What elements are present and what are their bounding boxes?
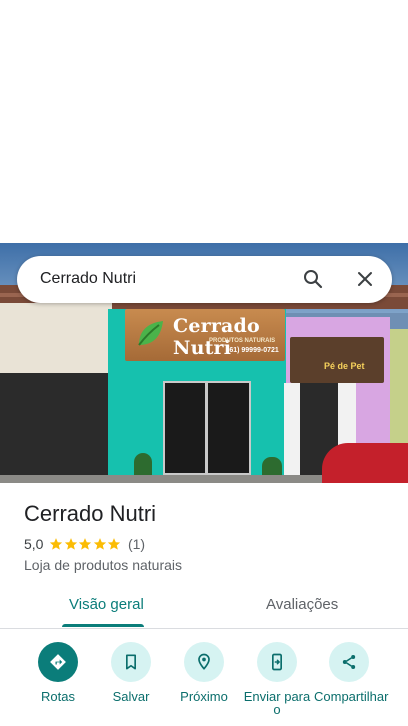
- rating-value: 5,0: [24, 536, 44, 552]
- tab-reviews[interactable]: Avaliações: [266, 596, 338, 613]
- share-icon: [342, 655, 356, 669]
- search-query[interactable]: Cerrado Nutri: [40, 270, 136, 288]
- nearby-pin-icon: [198, 653, 210, 670]
- store-sign: Cerrado Nutri PRODUTOS NATURAIS (61) 999…: [125, 309, 285, 361]
- star-icon: [64, 538, 78, 550]
- routes-label: Rotas: [41, 689, 75, 704]
- store-door: [163, 381, 251, 475]
- nearby-label: Próximo: [180, 689, 228, 704]
- tab-indicator: [62, 624, 144, 627]
- place-name: Cerrado Nutri: [24, 501, 157, 526]
- rating-row[interactable]: 5,0 (1): [24, 536, 145, 552]
- send-label: Enviar para o: [243, 689, 311, 717]
- send-to-phone-icon: [272, 653, 282, 671]
- star-icon: [108, 538, 121, 550]
- leaf-logo-icon: [138, 321, 163, 346]
- directions-icon: [50, 654, 66, 670]
- search-icon[interactable]: [301, 267, 325, 291]
- share-button[interactable]: Compartilhar: [314, 642, 389, 704]
- place-category: Loja de produtos naturais: [24, 557, 182, 573]
- tab-overview[interactable]: Visão geral: [69, 596, 144, 613]
- routes-button[interactable]: Rotas: [23, 642, 93, 703]
- neighbor-sign-text: Pé de Pet: [324, 361, 365, 371]
- review-count[interactable]: (1): [128, 536, 145, 552]
- search-bar[interactable]: Cerrado Nutri: [17, 256, 392, 303]
- neighbor-sign: Pé de Pet: [290, 337, 384, 383]
- rating-stars: [49, 537, 122, 551]
- map-area: [0, 0, 408, 243]
- save-label: Salvar: [112, 689, 150, 704]
- bookmark-icon: [126, 654, 136, 670]
- store-sign-phone: (61) 99999-0721: [227, 347, 279, 354]
- send-to-phone-button[interactable]: Enviar para o: [242, 642, 312, 716]
- tab-bar: Visão geral Avaliações: [0, 584, 408, 629]
- star-icon: [50, 538, 63, 550]
- store-sign-subtitle: PRODUTOS NATURAIS: [209, 338, 276, 344]
- nearby-button[interactable]: Próximo: [169, 642, 239, 703]
- close-icon[interactable]: [353, 267, 377, 291]
- share-label: Compartilhar: [314, 689, 389, 704]
- star-icon: [79, 538, 92, 550]
- save-button[interactable]: Salvar: [96, 642, 166, 703]
- red-car: [322, 443, 408, 483]
- star-icon: [93, 538, 107, 550]
